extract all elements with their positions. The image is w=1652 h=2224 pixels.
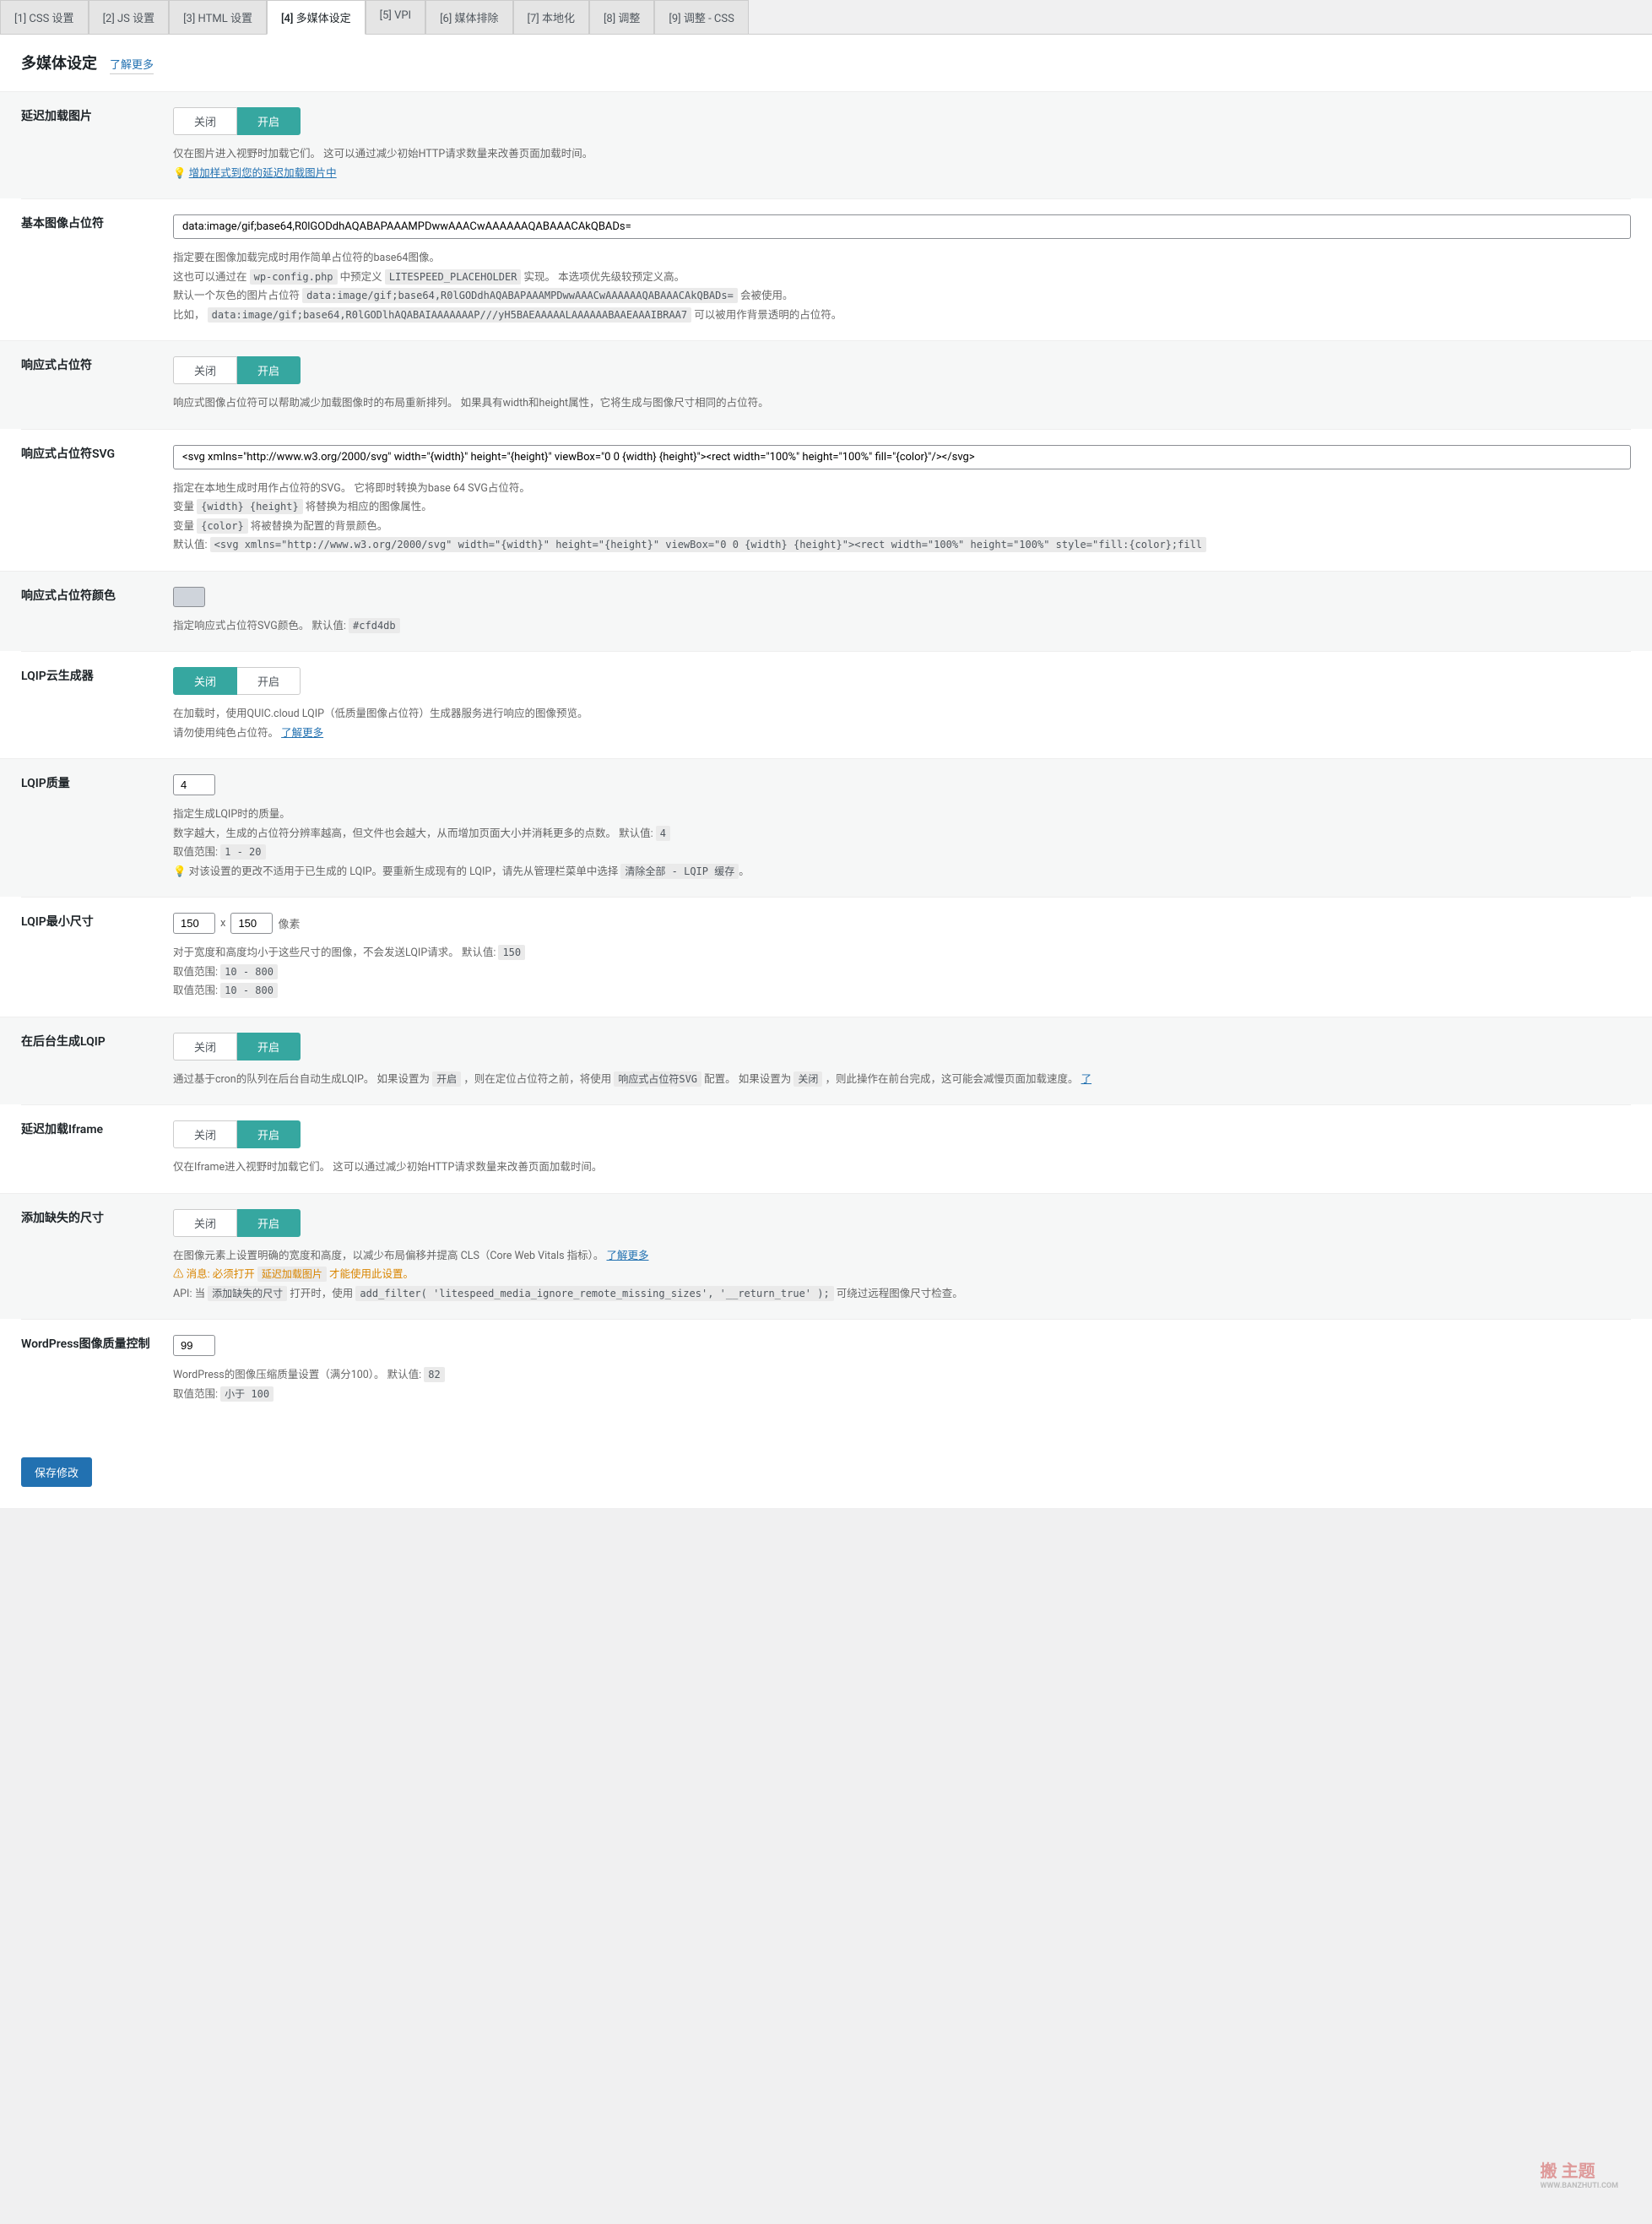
- toggle-lqip-bg: 关闭 开启: [173, 1033, 1631, 1060]
- label-svg: 响应式占位符SVG: [21, 445, 173, 556]
- lqip-min-width[interactable]: [173, 913, 215, 934]
- page-heading: 多媒体设定 了解更多: [21, 52, 1631, 74]
- save-button[interactable]: 保存修改: [21, 1457, 92, 1487]
- toggle-on[interactable]: 开启: [237, 1033, 301, 1060]
- lqip-quality-input[interactable]: [173, 774, 215, 795]
- label-lqip-quality: LQIP质量: [21, 774, 173, 881]
- svg-input[interactable]: [173, 445, 1631, 469]
- tab-localize[interactable]: [7] 本地化: [513, 0, 589, 34]
- label-lazy-img: 延迟加载图片: [21, 107, 173, 183]
- lqip-min-height[interactable]: [230, 913, 273, 934]
- section-placeholder: 基本图像占位符 指定要在图像加载完成时用作简单占位符的base64图像。 这也可…: [21, 198, 1631, 340]
- tab-exclude[interactable]: [6] 媒体排除: [425, 0, 512, 34]
- desc-text: 仅在图片进入视野时加载它们。 这可以通过减少初始HTTP请求数量来改善页面加载时…: [173, 145, 1631, 165]
- toggle-off[interactable]: 关闭: [173, 1120, 237, 1148]
- label-placeholder: 基本图像占位符: [21, 214, 173, 325]
- section-responsive: 响应式占位符 关闭 开启 响应式图像占位符可以帮助减少加载图像时的布局重新排列。…: [0, 340, 1652, 429]
- toggle-off[interactable]: 关闭: [173, 667, 237, 695]
- tab-css[interactable]: [1] CSS 设置: [0, 0, 89, 34]
- section-svg: 响应式占位符SVG 指定在本地生成时用作占位符的SVG。 它将即时转换为base…: [21, 429, 1631, 571]
- toggle-on[interactable]: 开启: [237, 107, 301, 135]
- watermark-logo: 搬 主题 WWW.BANZHUTI.COM: [1541, 2157, 1618, 2190]
- lqip-learn-more[interactable]: 了解更多: [281, 727, 323, 740]
- label-lqip-bg: 在后台生成LQIP: [21, 1033, 173, 1090]
- section-lazy-iframe: 延迟加载Iframe 关闭 开启 仅在Iframe进入视野时加载它们。 这可以通…: [21, 1104, 1631, 1193]
- section-lqip-min: LQIP最小尺寸 x 像素 对于宽度和高度均小于这些尺寸的图像，不会发送LQIP…: [21, 897, 1631, 1017]
- toggle-missing-size: 关闭 开启: [173, 1209, 1631, 1237]
- toggle-off[interactable]: 关闭: [173, 356, 237, 384]
- placeholder-input[interactable]: [173, 214, 1631, 239]
- section-lqip-bg: 在后台生成LQIP 关闭 开启 通过基于cron的队列在后台自动生成LQIP。 …: [0, 1017, 1652, 1105]
- section-missing-size: 添加缺失的尺寸 关闭 开启 在图像元素上设置明确的宽度和高度，以减少布局偏移并提…: [0, 1193, 1652, 1320]
- tab-vpi[interactable]: [5] VPI: [366, 0, 425, 34]
- settings-tabs: [1] CSS 设置 [2] JS 设置 [3] HTML 设置 [4] 多媒体…: [0, 0, 1652, 35]
- label-svg-color: 响应式占位符颜色: [21, 587, 173, 637]
- label-lqip-cloud: LQIP云生成器: [21, 667, 173, 743]
- page-title: 多媒体设定: [21, 52, 97, 73]
- label-lazy-iframe: 延迟加载Iframe: [21, 1120, 173, 1178]
- toggle-on[interactable]: 开启: [237, 667, 301, 695]
- toggle-responsive: 关闭 开启: [173, 356, 1631, 384]
- tab-tune[interactable]: [8] 调整: [589, 0, 654, 34]
- toggle-off[interactable]: 关闭: [173, 107, 237, 135]
- color-input[interactable]: [173, 587, 205, 607]
- section-svg-color: 响应式占位符颜色 指定响应式占位符SVG颜色。 默认值: #cfd4db: [0, 571, 1652, 652]
- toggle-on[interactable]: 开启: [237, 1209, 301, 1237]
- toggle-lqip-cloud: 关闭 开启: [173, 667, 1631, 695]
- toggle-lazy-img: 关闭 开启: [173, 107, 1631, 135]
- learn-more-link[interactable]: 了解更多: [110, 56, 154, 74]
- lazy-style-link[interactable]: 增加样式到您的延迟加载图片中: [189, 167, 337, 180]
- section-lqip-cloud: LQIP云生成器 关闭 开启 在加载时，使用QUIC.cloud LQIP（低质…: [21, 651, 1631, 758]
- cls-learn-more[interactable]: 了解更多: [606, 1250, 648, 1262]
- label-wp-quality: WordPress图像质量控制: [21, 1335, 173, 1404]
- tab-media[interactable]: [4] 多媒体设定: [267, 0, 366, 35]
- toggle-off[interactable]: 关闭: [173, 1033, 237, 1060]
- toggle-on[interactable]: 开启: [237, 1120, 301, 1148]
- toggle-off[interactable]: 关闭: [173, 1209, 237, 1237]
- section-wp-quality: WordPress图像质量控制 WordPress的图像压缩质量设置（满分100…: [21, 1319, 1631, 1419]
- section-lqip-quality: LQIP质量 指定生成LQIP时的质量。 数字越大，生成的占位符分辨率越高，但文…: [0, 758, 1652, 897]
- section-lazy-img: 延迟加载图片 关闭 开启 仅在图片进入视野时加载它们。 这可以通过减少初始HTT…: [0, 91, 1652, 198]
- tab-html[interactable]: [3] HTML 设置: [169, 0, 267, 34]
- toggle-on[interactable]: 开启: [237, 356, 301, 384]
- tab-tune-css[interactable]: [9] 调整 - CSS: [654, 0, 748, 34]
- label-missing-size: 添加缺失的尺寸: [21, 1209, 173, 1305]
- toggle-lazy-iframe: 关闭 开启: [173, 1120, 1631, 1148]
- label-responsive: 响应式占位符: [21, 356, 173, 414]
- label-lqip-min: LQIP最小尺寸: [21, 913, 173, 1001]
- tab-js[interactable]: [2] JS 设置: [89, 0, 170, 34]
- wp-quality-input[interactable]: [173, 1335, 215, 1356]
